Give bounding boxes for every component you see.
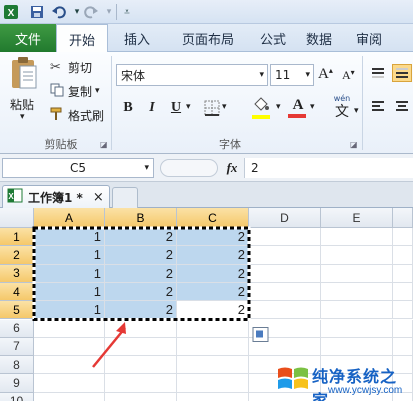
ribbon-home: 粘贴 ▾ ✂ 剪切 复制 ▾ 格式刷 剪贴板 ◪ 宋体 ▾ 11 ▾ A▴ A▾… <box>0 52 413 154</box>
redo-icon[interactable] <box>82 3 100 21</box>
tab-page-layout[interactable]: 页面布局 <box>166 24 250 52</box>
watermark-url: www.ycwjsy.com <box>328 385 403 396</box>
paste-options-icon[interactable] <box>252 327 269 342</box>
bold-button[interactable]: B <box>118 98 138 118</box>
border-button[interactable] <box>204 100 220 119</box>
align-left-icon[interactable] <box>370 100 386 117</box>
font-size-value: 11 <box>275 68 291 82</box>
triangle-up-icon: ▴ <box>328 66 333 75</box>
fill-color-swatch <box>252 115 270 119</box>
tab-insert[interactable]: 插入 <box>114 24 160 52</box>
formula-bar-splitter[interactable] <box>160 159 218 177</box>
font-color-letter: A <box>292 97 304 113</box>
underline-button[interactable]: U <box>166 98 186 118</box>
tab-home[interactable]: 开始 <box>56 24 108 53</box>
phonetic-char: 文 <box>335 104 349 120</box>
watermark: 纯净系统之家 www.ycwjsy.com <box>276 357 413 401</box>
tab-formulas[interactable]: 公式 <box>250 24 296 52</box>
phonetic-pinyin: wén <box>333 94 351 103</box>
close-icon[interactable]: × <box>93 190 104 205</box>
underline-dropdown-icon[interactable]: ▾ <box>186 102 191 112</box>
phonetic-dropdown-icon[interactable]: ▾ <box>354 106 359 116</box>
name-box[interactable]: C5 ▾ <box>2 158 154 178</box>
paint-bucket-icon <box>254 97 269 111</box>
clipboard-launcher-icon[interactable]: ◪ <box>100 140 108 149</box>
grow-font-label: A <box>318 66 329 82</box>
tab-data[interactable]: 数据 <box>296 24 342 52</box>
copy-marquee <box>32 226 251 321</box>
fill-dropdown-icon[interactable]: ▾ <box>276 102 281 112</box>
chevron-down-icon: ▾ <box>305 70 310 80</box>
svg-text:X: X <box>8 8 15 19</box>
clipboard-group-label: 剪贴板 <box>44 138 78 151</box>
workbook-tab[interactable]: X 工作簿1 * × <box>2 185 110 208</box>
font-color-swatch <box>288 114 306 118</box>
paste-label: 粘贴 <box>10 98 35 112</box>
font-color-button[interactable]: A <box>288 96 308 122</box>
paste-button[interactable]: 粘贴 ▾ <box>4 56 42 122</box>
copy-icon <box>50 83 68 100</box>
svg-text:X: X <box>8 192 14 201</box>
align-center-icon[interactable] <box>394 100 410 117</box>
font-name-value: 宋体 <box>121 68 146 83</box>
format-painter-icon <box>50 107 68 124</box>
annotation-arrow <box>92 322 126 368</box>
workbook-title: 工作簿1 * <box>28 190 83 205</box>
shrink-font-button[interactable]: A▾ <box>342 68 355 83</box>
fill-color-button[interactable] <box>252 96 274 122</box>
align-middle-icon[interactable] <box>392 64 412 82</box>
font-launcher-icon[interactable]: ◪ <box>350 140 358 149</box>
group-divider <box>362 56 363 150</box>
cut-label: 剪切 <box>68 60 93 75</box>
font-group-label: 字体 <box>219 138 241 151</box>
save-icon[interactable] <box>28 3 46 21</box>
border-icon <box>204 100 220 116</box>
paste-dropdown-icon: ▾ <box>20 112 25 122</box>
insert-function-icon[interactable]: fx <box>222 158 242 178</box>
formula-input[interactable]: 2 <box>244 158 413 178</box>
paste-icon <box>12 57 37 89</box>
tab-file[interactable]: 文件 <box>0 24 56 52</box>
chevron-down-icon: ▾ <box>259 70 264 80</box>
undo-icon[interactable] <box>50 3 68 21</box>
copy-dropdown-icon: ▾ <box>95 86 100 96</box>
windows-logo-icon <box>278 367 308 389</box>
grow-font-button[interactable]: A▴ <box>318 66 333 83</box>
name-box-value: C5 <box>69 161 86 175</box>
cut-button[interactable]: ✂ 剪切 <box>50 58 92 76</box>
font-size-combo[interactable]: 11 ▾ <box>270 64 314 86</box>
ribbon-tabs: 文件 开始 插入 页面布局 公式 数据 审阅 <box>0 24 413 53</box>
copy-label: 复制 <box>68 84 93 99</box>
phonetic-button[interactable]: wén 文 <box>328 94 356 120</box>
chevron-down-icon: ▾ <box>144 163 149 173</box>
workbook-tab-strip: X 工作簿1 * × <box>0 182 413 208</box>
format-painter-label: 格式刷 <box>68 108 105 123</box>
excel-logo-icon: X <box>2 3 20 21</box>
formula-bar: C5 ▾ fx 2 <box>0 154 413 182</box>
font-color-dropdown-icon[interactable]: ▾ <box>310 102 315 112</box>
toolbar-divider <box>116 4 117 20</box>
customize-icon[interactable]: ⩡ <box>118 3 136 21</box>
workbook-icon: X <box>7 188 23 206</box>
tab-review[interactable]: 审阅 <box>346 24 392 52</box>
format-painter-button[interactable]: 格式刷 <box>50 106 104 124</box>
new-workbook-tab[interactable] <box>112 187 138 208</box>
scissors-icon: ✂ <box>50 59 61 75</box>
title-bar: X ▾ ▾ ⩡ <box>0 0 413 24</box>
font-name-combo[interactable]: 宋体 ▾ <box>116 64 268 86</box>
copy-button[interactable]: 复制 ▾ <box>50 82 100 100</box>
italic-button[interactable]: I <box>142 98 162 118</box>
triangle-down-icon: ▾ <box>350 68 355 77</box>
border-dropdown-icon[interactable]: ▾ <box>222 102 227 112</box>
align-top-icon[interactable] <box>370 66 386 83</box>
copy-marquee-bg <box>32 226 251 321</box>
shrink-font-label: A <box>342 68 351 82</box>
group-divider <box>111 56 112 150</box>
